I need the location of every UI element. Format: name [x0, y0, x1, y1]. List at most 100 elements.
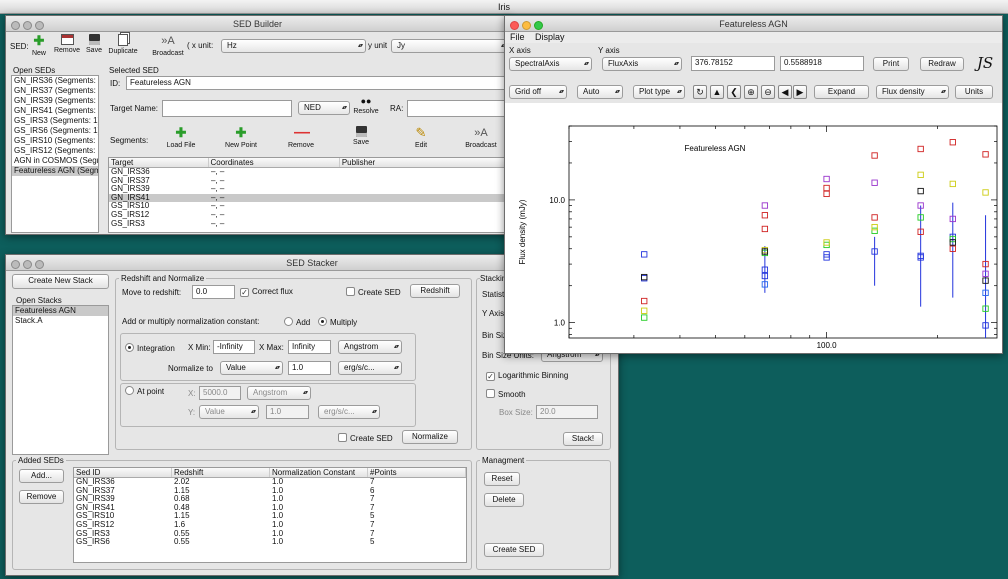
at-y-field[interactable]: 1.0	[266, 405, 309, 419]
log-binning-checkbox[interactable]: ✓ Logarithmic Binning	[486, 371, 568, 381]
menu-file[interactable]: File	[510, 32, 525, 43]
table-row[interactable]: GN_IRS41 –, –	[109, 193, 509, 203]
table-row[interactable]: GN_IRS36 –, –	[109, 168, 509, 177]
column-header[interactable]: #Points	[368, 468, 466, 477]
next-icon[interactable]: ▶	[793, 85, 807, 99]
list-item[interactable]: Featureless AGN	[13, 306, 108, 316]
flux-density-select[interactable]: Flux density	[876, 85, 949, 99]
duplicate-sed-button[interactable]: Duplicate	[104, 34, 142, 55]
close-icon[interactable]	[11, 260, 20, 269]
coord-y-field[interactable]: 0.5588918	[780, 56, 864, 71]
correct-flux-checkbox[interactable]: ✓ Correct flux	[240, 287, 293, 297]
menu-display[interactable]: Display	[535, 32, 565, 43]
table-row[interactable]: GN_IRS39 0.68 1.0 7	[74, 495, 466, 504]
table-row[interactable]: GN_IRS37 1.15 1.0 6	[74, 487, 466, 496]
add-radio[interactable]: Add	[284, 317, 310, 327]
print-button[interactable]: Print	[873, 57, 909, 71]
table-row[interactable]: GS_IRS3 0.55 1.0 7	[74, 530, 466, 539]
at-x-field[interactable]: 5000.0	[199, 386, 241, 400]
checkbox[interactable]	[338, 433, 347, 442]
list-item[interactable]: GS_IRS10 (Segments: 1)	[12, 136, 98, 146]
at-point-radio[interactable]: At point	[125, 386, 164, 396]
table-row[interactable]: GN_IRS39 –, –	[109, 185, 509, 194]
checkbox[interactable]	[486, 389, 495, 398]
close-icon[interactable]	[510, 21, 519, 30]
redshift-field[interactable]: 0.0	[192, 285, 235, 299]
resolver-select[interactable]: NED	[298, 101, 350, 115]
add-sed-button[interactable]: Add...	[19, 469, 64, 483]
ra-field[interactable]	[407, 100, 507, 117]
list-item[interactable]: GN_IRS41 (Segments: 1)	[12, 106, 98, 116]
table-row[interactable]: GS_IRS10 1.15 1.0 5	[74, 512, 466, 521]
resolve-button[interactable]: ●● Resolve	[351, 96, 381, 115]
radio[interactable]	[284, 317, 293, 326]
broadcast-segment-button[interactable]: »A Broadcast	[461, 126, 501, 149]
normalize-value-field[interactable]: 1.0	[288, 361, 331, 375]
plot-titlebar[interactable]: Featureless AGN	[505, 16, 1002, 32]
multiply-radio[interactable]: Multiply	[318, 317, 357, 327]
normalize-to-select[interactable]: Value	[220, 361, 283, 375]
create-sed-button[interactable]: Create SED	[484, 543, 544, 557]
stack-button[interactable]: Stack!	[563, 432, 603, 446]
zoom-in-icon[interactable]: ⊕	[744, 85, 758, 99]
minimize-icon[interactable]	[23, 260, 32, 269]
list-item[interactable]: GS_IRS6 (Segments: 1)	[12, 126, 98, 136]
create-sed-normalize-checkbox[interactable]: Create SED	[338, 433, 393, 443]
coord-x-field[interactable]: 376.78152	[691, 56, 775, 71]
table-row[interactable]: GN_IRS37 –, –	[109, 177, 509, 186]
checkbox-checked[interactable]: ✓	[240, 288, 249, 297]
up-icon[interactable]: ▲	[710, 85, 724, 99]
sed-id-field[interactable]: Featureless AGN	[126, 76, 509, 90]
pan-icon[interactable]: ↻	[693, 85, 707, 99]
edit-segment-button[interactable]: ✎ Edit	[401, 126, 441, 150]
list-item[interactable]: Featureless AGN (Segments:	[12, 166, 98, 176]
remove-sed-stack-button[interactable]: Remove	[19, 490, 64, 504]
x-max-field[interactable]: Infinity	[288, 340, 331, 354]
minimize-icon[interactable]	[23, 21, 32, 30]
zoom-icon[interactable]	[35, 21, 44, 30]
create-sed-redshift-checkbox[interactable]: Create SED	[346, 287, 401, 297]
column-header[interactable]: Target	[109, 158, 209, 167]
left-icon[interactable]: ❮	[727, 85, 741, 99]
zoom-icon[interactable]	[534, 21, 543, 30]
checkbox[interactable]	[346, 287, 355, 296]
list-item[interactable]: GN_IRS36 (Segments: 1)	[12, 76, 98, 86]
grid-select[interactable]: Grid off	[509, 85, 567, 99]
x-axis-select[interactable]: SpectralAxis	[509, 57, 592, 71]
sed-plot[interactable]: 100.0 1.0 10.0 Featureless AGN Wavelength (μ…	[505, 106, 1003, 354]
table-row[interactable]: GS_IRS12 –, –	[109, 211, 509, 220]
column-header[interactable]: Coordinates	[209, 158, 340, 167]
y-unit-select[interactable]: Jy	[391, 39, 509, 53]
list-item[interactable]: GN_IRS39 (Segments: 1)	[12, 96, 98, 106]
table-row[interactable]: GS_IRS6 0.55 1.0 5	[74, 538, 466, 547]
redraw-button[interactable]: Redraw	[920, 57, 964, 71]
at-x-unit-select[interactable]: Angstrom	[247, 386, 311, 400]
minimize-icon[interactable]	[522, 21, 531, 30]
delete-button[interactable]: Delete	[484, 493, 524, 507]
column-header[interactable]: Sed ID	[74, 468, 172, 477]
x-min-field[interactable]: -Infinity	[213, 340, 255, 354]
broadcast-sed-button[interactable]: »A Broadcast	[148, 34, 188, 57]
close-icon[interactable]	[11, 21, 20, 30]
integration-radio[interactable]: Integration	[125, 343, 175, 353]
at-y-type-select[interactable]: Value	[199, 405, 259, 419]
table-row[interactable]: GS_IRS3 –, –	[109, 220, 509, 229]
column-header[interactable]: Normalization Constant	[270, 468, 368, 477]
table-row[interactable]: GS_IRS12 1.6 1.0 7	[74, 521, 466, 530]
radio-selected[interactable]	[125, 343, 134, 352]
sed-builder-titlebar[interactable]: SED Builder	[6, 16, 509, 32]
y-axis-select[interactable]: FluxAxis	[602, 57, 682, 71]
list-item[interactable]: GS_IRS12 (Segments: 1)	[12, 146, 98, 156]
new-point-button[interactable]: ✚ New Point	[221, 126, 261, 150]
reset-button[interactable]: Reset	[484, 472, 520, 486]
box-size-field[interactable]: 20.0	[536, 405, 598, 419]
smooth-checkbox[interactable]: Smooth	[486, 389, 526, 399]
integration-unit-select[interactable]: Angstrom	[338, 340, 402, 354]
column-header[interactable]: Redshift	[172, 468, 270, 477]
table-row[interactable]: GN_IRS41 0.48 1.0 7	[74, 504, 466, 513]
list-item[interactable]: Stack.A	[13, 316, 108, 326]
radio-selected[interactable]	[318, 317, 327, 326]
remove-segment-button[interactable]: — Remove	[281, 125, 321, 150]
checkbox-checked[interactable]: ✓	[486, 372, 495, 381]
load-file-button[interactable]: ✚ Load File	[161, 126, 201, 150]
